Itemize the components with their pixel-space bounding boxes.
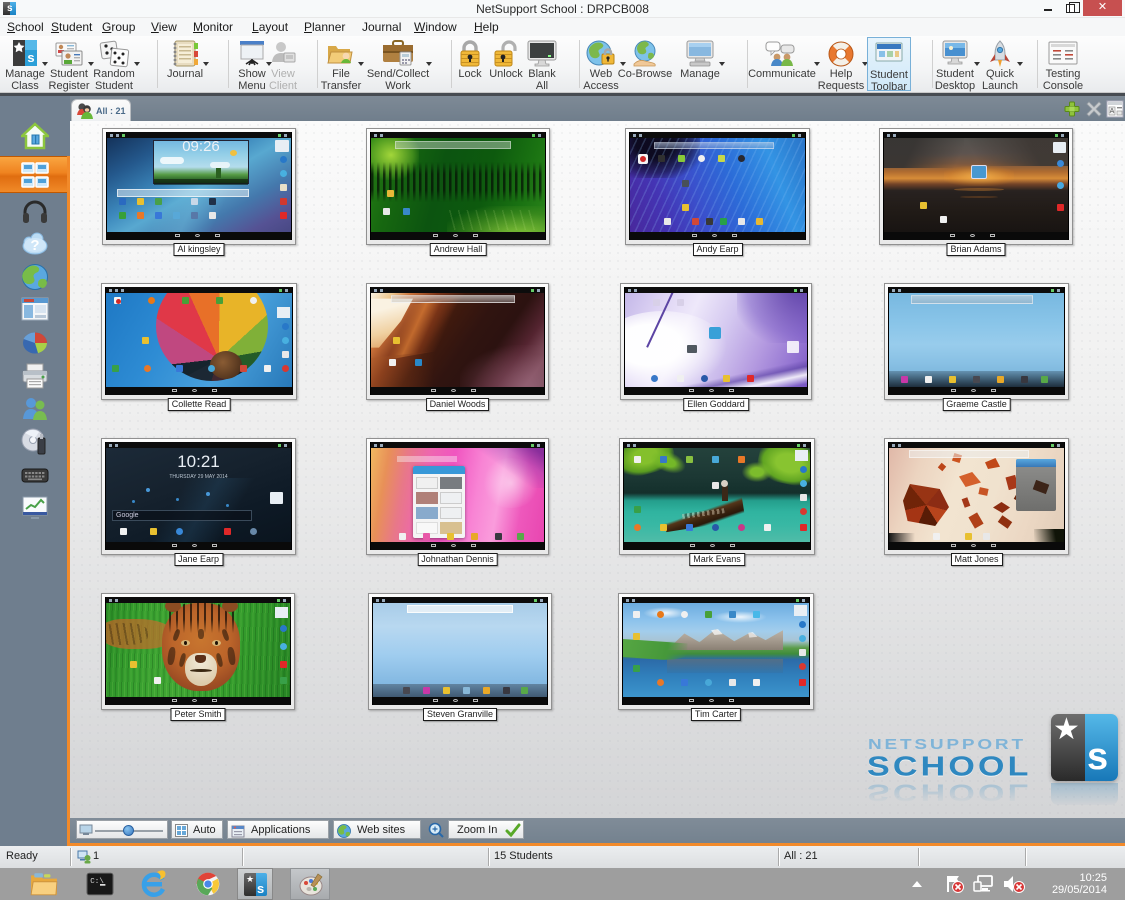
svg-text:s: s [27, 50, 34, 65]
svg-text:A: A [1110, 108, 1115, 115]
svg-text:?: ? [30, 237, 39, 254]
